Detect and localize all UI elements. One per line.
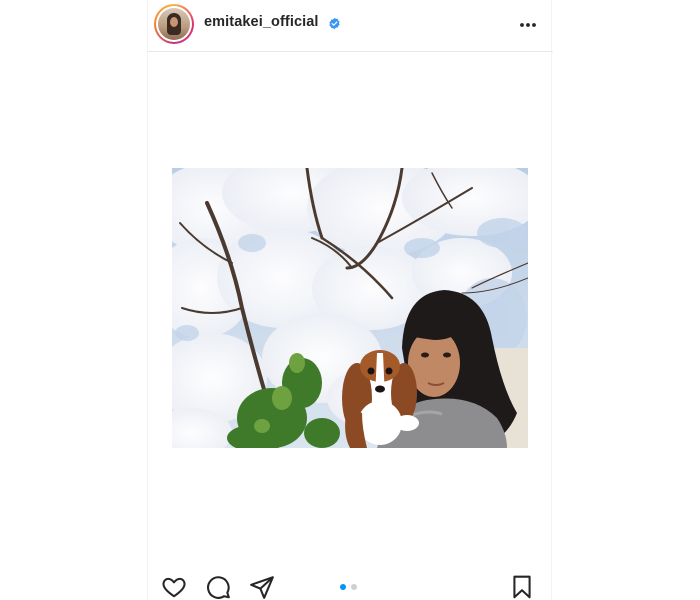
- like-button[interactable]: [161, 574, 187, 600]
- comment-icon: [207, 576, 230, 599]
- save-button[interactable]: [509, 574, 535, 600]
- story-ring[interactable]: [154, 4, 194, 44]
- carousel-dot-active[interactable]: [340, 584, 346, 590]
- carousel-indicator: [340, 584, 357, 590]
- more-options-icon: [520, 23, 536, 27]
- avatar-border: [156, 6, 192, 42]
- photo-image: [172, 168, 528, 448]
- heart-icon: [162, 577, 186, 598]
- post-photo[interactable]: [172, 168, 528, 448]
- carousel-dot[interactable]: [351, 584, 357, 590]
- comment-button[interactable]: [205, 574, 231, 600]
- page: emitakei_official: [0, 0, 700, 600]
- username-link[interactable]: emitakei_official: [204, 14, 319, 30]
- bookmark-icon: [513, 575, 531, 599]
- action-bar: [148, 570, 553, 600]
- post-card: emitakei_official: [147, 0, 553, 600]
- more-options-button[interactable]: [517, 14, 539, 36]
- verified-badge-icon: [329, 17, 340, 30]
- avatar-face: [170, 17, 178, 27]
- send-icon: [250, 576, 274, 599]
- post-header: emitakei_official: [148, 0, 553, 52]
- share-button[interactable]: [249, 574, 275, 600]
- avatar[interactable]: [158, 8, 190, 40]
